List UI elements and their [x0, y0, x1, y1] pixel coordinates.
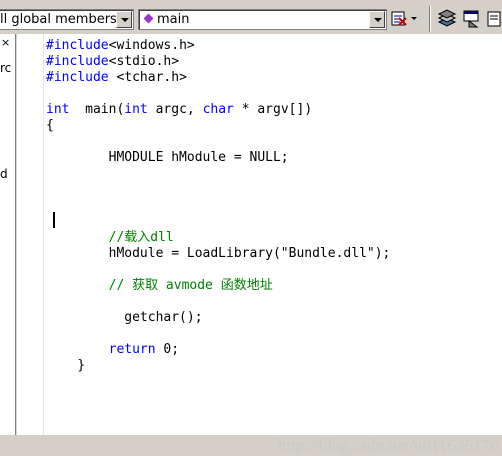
editor-gutter[interactable]	[17, 34, 44, 435]
code-editor[interactable]: #include<windows.h> #include<stdio.h> #inc…	[17, 34, 502, 455]
text-caret	[53, 212, 55, 228]
code-line[interactable]: #include <tchar.h>	[46, 70, 187, 86]
run-button[interactable]	[461, 8, 483, 30]
wizard-bar-actions-button[interactable]	[389, 8, 411, 30]
workspace-pane: × rc d	[0, 34, 16, 435]
watermark: http://blog.csdn.net/u011636170	[278, 436, 499, 455]
chevron-down-icon[interactable]	[116, 11, 132, 28]
wizard-dropdown-button[interactable]	[410, 11, 420, 33]
code-line[interactable]: HMODULE hModule = NULL;	[46, 150, 289, 166]
function-combo[interactable]: main	[138, 9, 387, 30]
code-line[interactable]: {	[46, 118, 54, 134]
function-diamond-icon	[143, 13, 154, 24]
function-combo-value: main	[157, 12, 190, 27]
workspace-item-fragment[interactable]: rc	[0, 61, 11, 75]
chevron-down-icon[interactable]	[369, 11, 385, 28]
toolbar-overflow-button[interactable]	[486, 8, 502, 30]
scope-combo-value: ll global members	[0, 12, 117, 27]
code-line[interactable]: getchar();	[46, 310, 202, 326]
close-icon[interactable]: ×	[1, 37, 10, 48]
code-line[interactable]: // 获取 avmode 函数地址	[46, 278, 273, 294]
stack-icon	[437, 9, 457, 27]
code-line[interactable]: //载入dll	[46, 230, 174, 246]
run-icon	[463, 10, 479, 28]
code-line[interactable]: int main(int argc, char * argv[])	[46, 102, 312, 118]
toolbar-separator	[429, 6, 431, 32]
workspace-item-fragment[interactable]: d	[0, 167, 8, 181]
toolbar-overflow-icon	[487, 11, 501, 27]
code-line[interactable]: hModule = LoadLibrary("Bundle.dll");	[46, 246, 391, 262]
code-line[interactable]: #include<windows.h>	[46, 38, 195, 54]
stack-button[interactable]	[436, 8, 458, 30]
code-line[interactable]: return 0;	[46, 342, 179, 358]
scope-combo[interactable]: ll global members	[0, 9, 134, 30]
wizard-bar-icon	[391, 11, 407, 26]
code-line[interactable]: #include<stdio.h>	[46, 54, 179, 70]
code-line[interactable]: }	[46, 358, 85, 374]
wizard-toolbar: ll global members main	[0, 0, 502, 34]
